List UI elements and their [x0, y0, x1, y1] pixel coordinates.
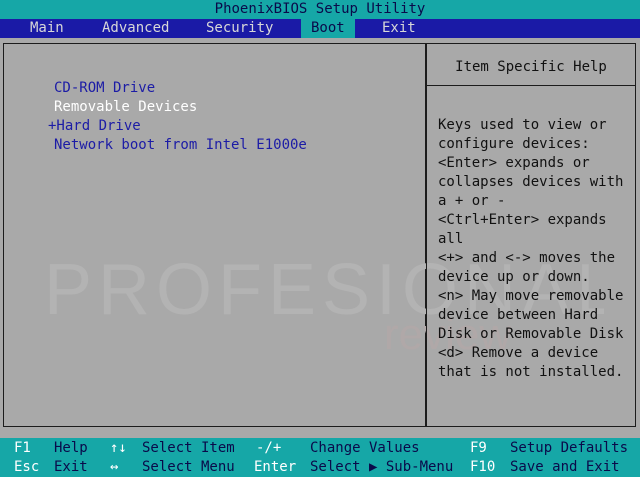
title-bar: PhoenixBIOS Setup Utility	[0, 0, 640, 19]
app-title: PhoenixBIOS Setup Utility	[214, 1, 426, 17]
key-left-right[interactable]: ↔	[110, 458, 118, 477]
boot-item-hard-drive[interactable]: +Hard Drive	[48, 117, 141, 136]
boot-item-network[interactable]: Network boot from Intel E1000e	[54, 136, 307, 155]
help-line: Keys used to view or	[438, 117, 607, 133]
key-left-right-desc: Select Menu	[142, 459, 235, 475]
help-line: device between Hard	[438, 307, 599, 323]
key-f9[interactable]: F9	[470, 439, 487, 458]
help-line: Disk or Removable Disk	[438, 326, 624, 342]
key-enter-desc: Select ▶ Sub-Menu	[310, 459, 454, 475]
boot-order-panel: PROFESIONAL review CD-ROM Drive Removabl…	[3, 43, 604, 427]
key-f9-desc: Setup Defaults	[510, 440, 629, 456]
menu-bar: Main Advanced Security Boot Exit	[0, 19, 640, 38]
tab-security[interactable]: Security	[202, 19, 277, 38]
key-f1[interactable]: F1	[14, 439, 31, 458]
key-enter[interactable]: Enter	[254, 458, 296, 477]
help-line: configure devices:	[438, 136, 590, 152]
help-panel: Item Specific Help Keys used to view or …	[426, 43, 636, 427]
help-line: <Ctrl+Enter> expands	[438, 212, 607, 228]
help-title: Item Specific Help	[427, 44, 635, 86]
help-line: <Enter> expands or	[438, 155, 590, 171]
help-line: <d> Remove a device	[438, 345, 599, 361]
key-minus-plus[interactable]: -/+	[256, 439, 281, 458]
help-line: that is not installed.	[438, 364, 624, 380]
key-esc-desc: Exit	[54, 459, 88, 475]
boot-item-removable[interactable]: Removable Devices	[54, 98, 197, 117]
help-line: <+> and <-> moves the	[438, 250, 616, 266]
key-f10[interactable]: F10	[470, 458, 495, 477]
key-esc[interactable]: Esc	[14, 458, 39, 477]
key-up-down[interactable]: ↑↓	[110, 439, 127, 458]
help-line: all	[438, 231, 464, 247]
boot-item-cdrom[interactable]: CD-ROM Drive	[54, 79, 155, 98]
tab-main[interactable]: Main	[26, 19, 68, 38]
tab-advanced[interactable]: Advanced	[98, 19, 173, 38]
help-line: a + or -	[438, 193, 506, 209]
help-text: Keys used to view or configure devices: …	[427, 86, 635, 382]
help-line: collapses devices with	[438, 174, 624, 190]
tab-exit[interactable]: Exit	[378, 19, 420, 38]
help-line: device up or down.	[438, 269, 590, 285]
key-up-down-desc: Select Item	[142, 440, 235, 456]
help-line: <n> May move removable	[438, 288, 624, 304]
key-f1-desc: Help	[54, 440, 88, 456]
key-f10-desc: Save and Exit	[510, 459, 620, 475]
tab-boot[interactable]: Boot	[301, 19, 355, 38]
key-minus-plus-desc: Change Values	[310, 440, 420, 456]
status-bar: F1 Help ↑↓ Select Item -/+ Change Values…	[0, 438, 640, 477]
